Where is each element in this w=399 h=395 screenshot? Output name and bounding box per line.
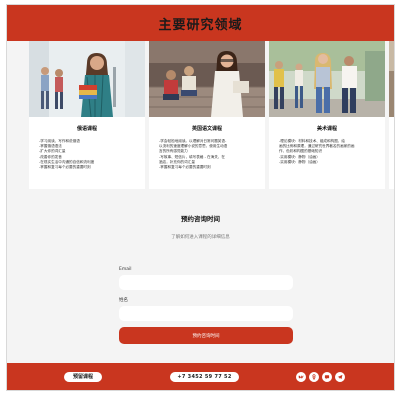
social-links — [296, 371, 345, 382]
course-cards: 俄语课程 -学习阅读、写作和说俄语 -掌握俄语语法 -扩大你的词汇量 -改善你的… — [29, 41, 394, 189]
course-features: -理论模块：材料和技术、组成和构图，绘 画的比例和原理，通过研究世界著名的画家的… — [279, 139, 377, 165]
course-features: -学会轻松地阅读。以理解对日常问题英语- 以流利的速度理解小说的意思，使用生动语… — [159, 139, 257, 170]
course-photo-english — [149, 41, 265, 117]
course-photo-art — [269, 41, 385, 117]
footer: 预留课程 +7 3452 59 77 52 — [7, 363, 394, 390]
page-title: 主要研究领域 — [158, 17, 243, 33]
name-label: 姓名 — [119, 298, 128, 303]
telegram-icon[interactable] — [335, 371, 345, 382]
name-field[interactable] — [119, 306, 293, 321]
phone-number[interactable]: +7 3452 59 77 52 — [170, 371, 239, 382]
booking-title: 预约咨询时间 — [181, 215, 220, 223]
course-card-partial[interactable] — [389, 41, 394, 189]
email-label: Email — [119, 267, 132, 272]
course-title: 英国语文课程 — [191, 126, 222, 132]
course-feature: -掌握和复习每个必要的重要时刻 — [159, 165, 211, 170]
booking-subtitle: 了解如何进入课程的详细信息 — [171, 235, 230, 240]
booking-form: Email 姓名 预约咨询时间 — [119, 267, 297, 344]
email-field[interactable] — [119, 275, 293, 290]
booking-section: 预约咨询时间 了解如何进入课程的详细信息 — [7, 213, 394, 240]
course-title: 美术课程 — [316, 126, 337, 132]
course-feature: -实用模块：静物（油画） — [279, 159, 320, 164]
submit-booking-button[interactable]: 预约咨询时间 — [119, 327, 293, 344]
odnoklassniki-icon[interactable] — [309, 371, 319, 382]
course-card-art[interactable]: 美术课程 -理论模块：材料和技术、组成和构图，绘 画的比例和原理，通过研究世界著… — [269, 41, 385, 189]
header-banner: 主要研究领域 — [7, 5, 394, 41]
course-card-russian[interactable]: 俄语课程 -学习阅读、写作和说俄语 -掌握俄语语法 -扩大你的词汇量 -改善你的… — [29, 41, 145, 189]
course-features: -学习阅读、写作和说俄语 -掌握俄语语法 -扩大你的词汇量 -改善你的发音 -在… — [39, 139, 137, 170]
course-title: 俄语课程 — [76, 126, 97, 132]
vk-icon[interactable] — [296, 371, 306, 382]
course-card-english[interactable]: 英国语文课程 -学会轻松地阅读。以理解对日常问题英语- 以流利的速度理解小说的意… — [149, 41, 265, 189]
chat-icon[interactable] — [322, 371, 332, 382]
book-course-button[interactable]: 预留课程 — [64, 371, 102, 382]
page: 主要研究领域 俄语课程 -学习阅读、写作和说俄语 -掌握俄语语法 -扩大你的词汇… — [6, 4, 395, 391]
course-photo-partial — [389, 41, 394, 117]
course-feature: -掌握和复习每个必要的重要时刻 — [39, 165, 91, 170]
course-photo-russian — [29, 41, 145, 117]
